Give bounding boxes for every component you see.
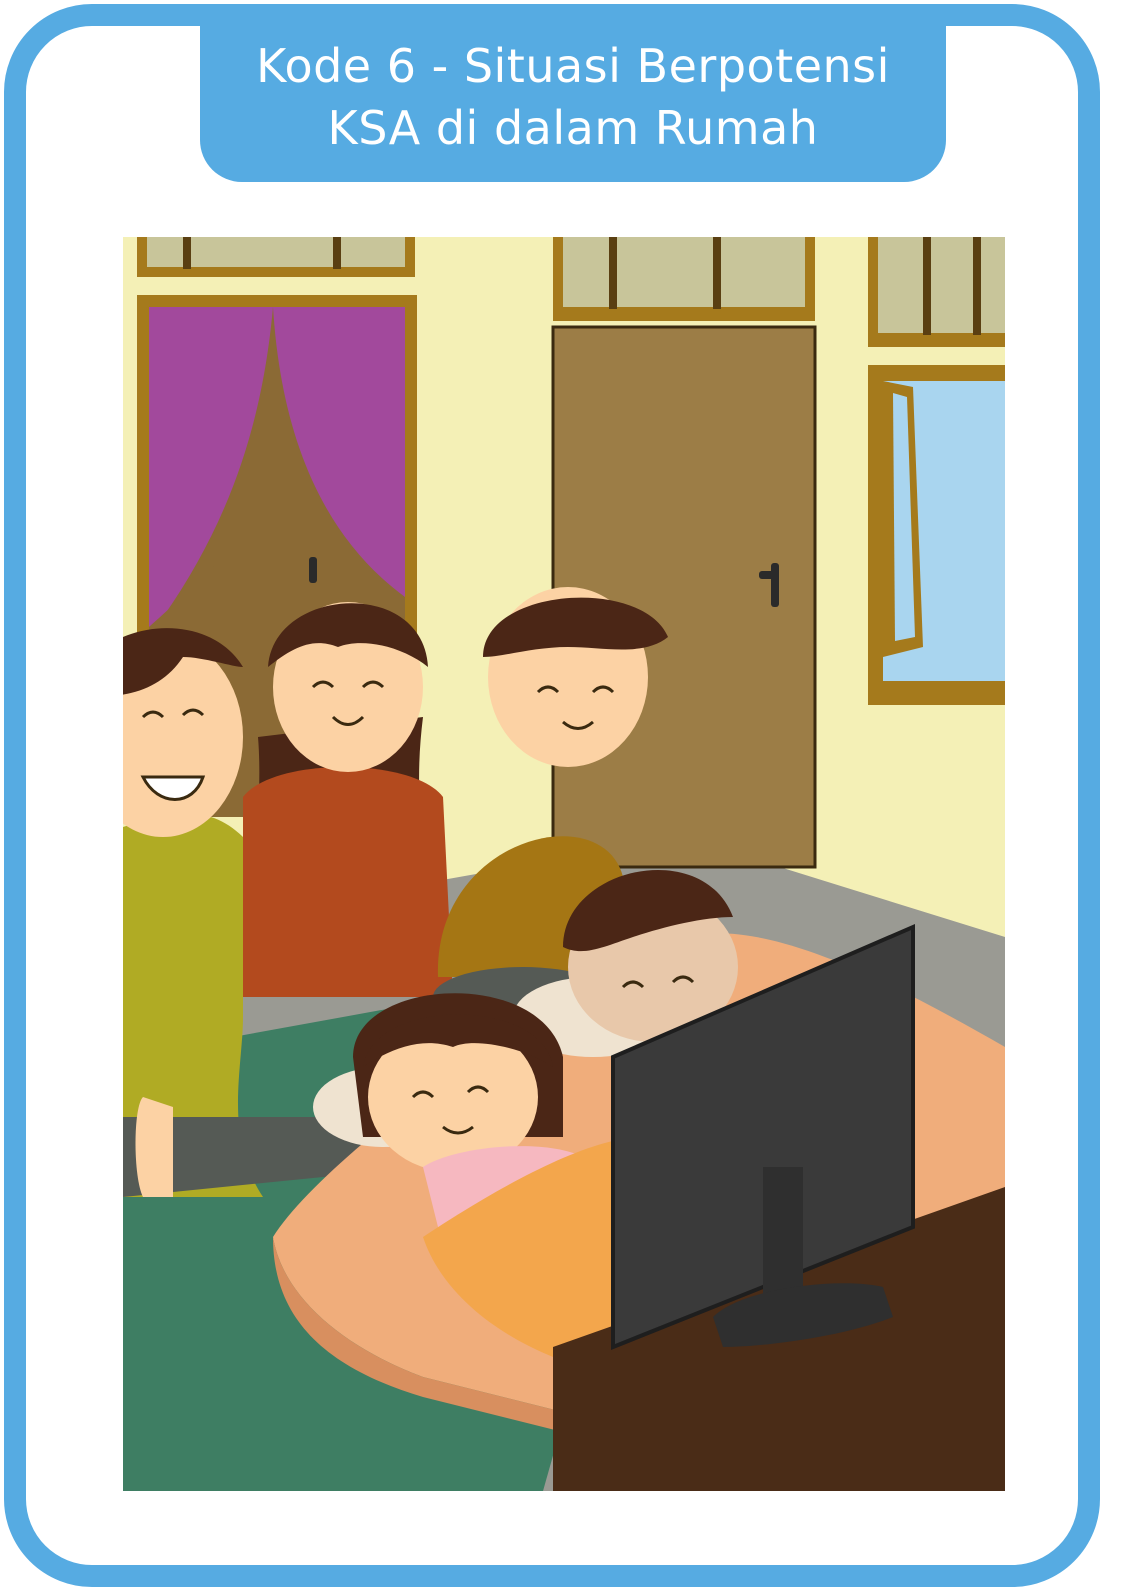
card-frame: Kode 6 - Situasi Berpotensi KSA di dalam… [4,4,1100,1587]
title-banner: Kode 6 - Situasi Berpotensi KSA di dalam… [200,26,946,182]
top-window-left [137,237,415,277]
top-window-middle [553,237,815,321]
title-line-2: KSA di dalam Rumah [327,101,819,155]
family-watching-tv-illustration [123,237,1005,1491]
right-window [868,365,1005,705]
title-line-1: Kode 6 - Situasi Berpotensi [256,39,890,93]
top-window-right [868,237,1005,347]
